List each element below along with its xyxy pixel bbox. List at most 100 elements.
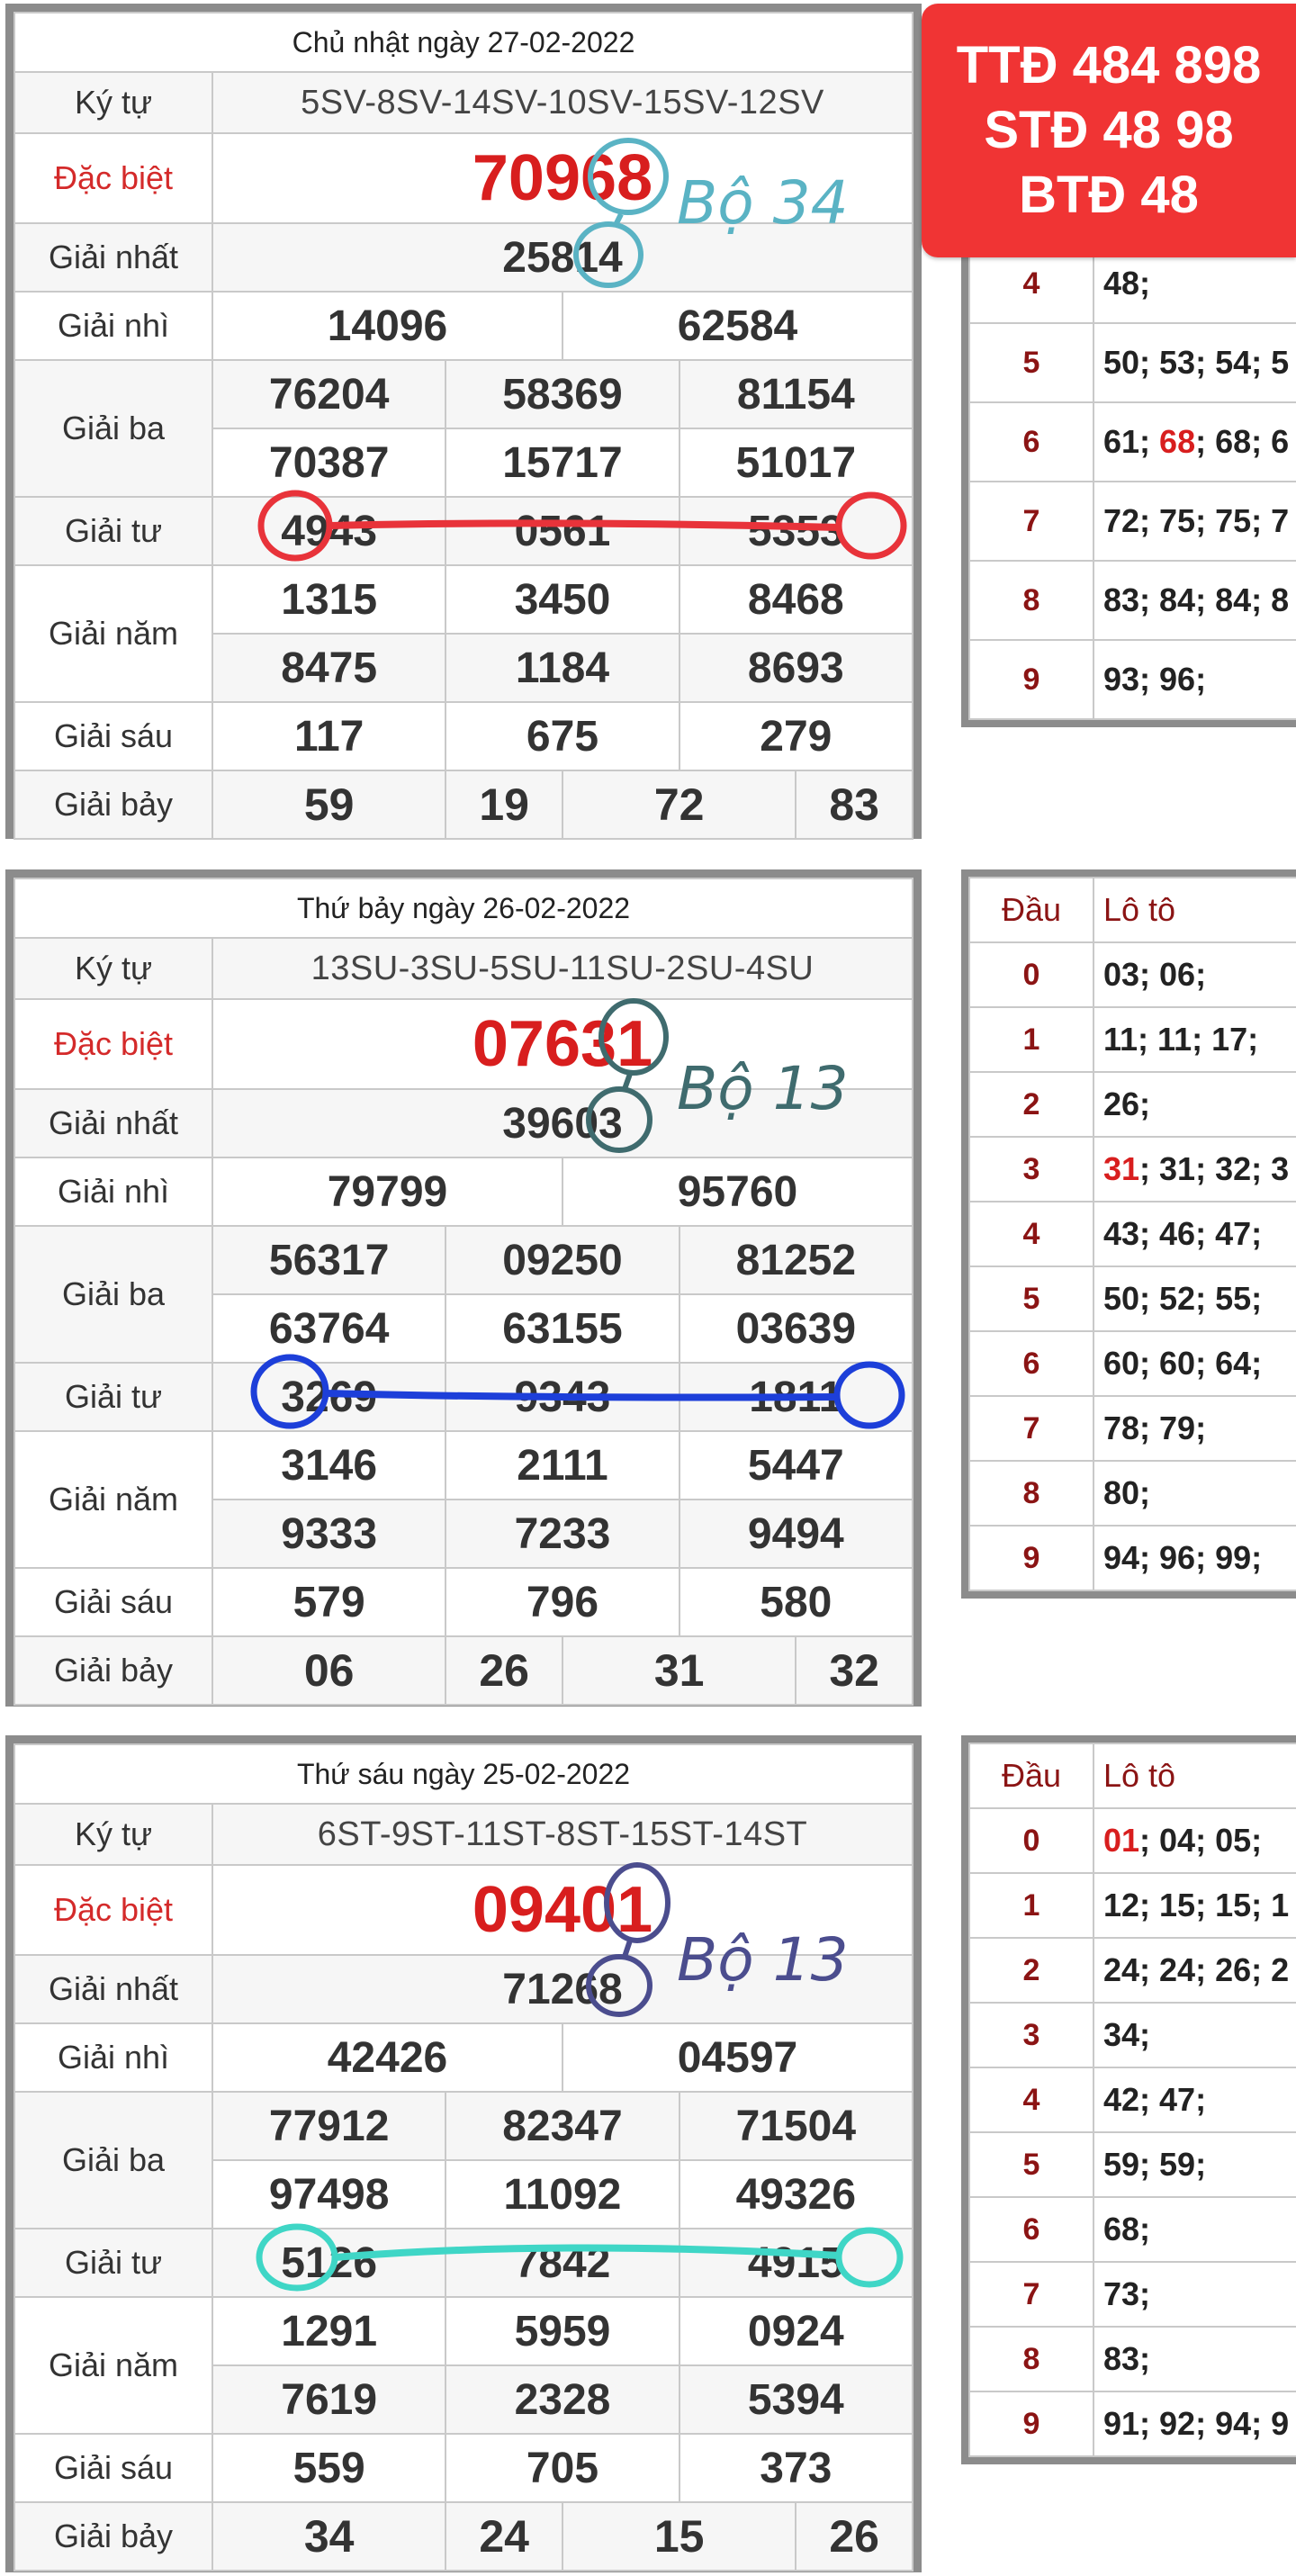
dau-digit: 3: [968, 2002, 1094, 2068]
sixth-prize: 705: [445, 2433, 680, 2503]
label-ky-tu: Ký tự: [14, 937, 213, 1000]
loto-values-prefix: 61;: [1103, 423, 1160, 460]
third-prize: 03639: [678, 1293, 914, 1364]
loto-values: 61; 68; 68; 6: [1093, 401, 1296, 482]
loto-values: 31; 31; 32; 3: [1093, 1136, 1296, 1202]
dau-digit: 9: [968, 639, 1094, 720]
label-giai-nam: Giải năm: [14, 564, 213, 703]
third-prize: 56317: [211, 1225, 447, 1295]
result-board-3: Thứ sáu ngày 25-02-2022 Ký tự 6ST-9ST-11S…: [5, 1735, 922, 2572]
label-giai-nhi: Giải nhì: [14, 2022, 213, 2093]
loto-values: 83;: [1093, 2326, 1296, 2392]
third-prize: 71504: [678, 2091, 914, 2161]
result-table-2: Thứ bảy ngày 26-02-2022 Ký tự 13SU-3SU-5S…: [14, 878, 914, 1706]
loto-highlight: 68: [1159, 423, 1196, 460]
fifth-prize: 9494: [678, 1499, 914, 1569]
label-giai-ba: Giải ba: [14, 2091, 213, 2229]
ky-tu-code: 13SU-3SU-5SU-11SU-2SU-4SU: [212, 937, 914, 1000]
loto-values: 73;: [1093, 2261, 1296, 2328]
third-prize: 77912: [211, 2091, 447, 2161]
label-giai-sau: Giải sáu: [14, 701, 213, 771]
result-table-1: Chủ nhật ngày 27-02-2022 Ký tự 5SV-8SV-14…: [14, 12, 914, 840]
loto-values: 83; 84; 84; 8: [1093, 560, 1296, 641]
fifth-prize: 0924: [678, 2296, 914, 2366]
label-giai-nhi: Giải nhì: [14, 291, 213, 361]
third-prize: 63155: [445, 1293, 680, 1364]
label-giai-sau: Giải sáu: [14, 2433, 213, 2503]
loto-values: 72; 75; 75; 7: [1093, 481, 1296, 562]
first-prize: 25814: [212, 222, 914, 293]
loto-values: 01; 04; 05;: [1093, 1807, 1296, 1874]
seventh-prize: 26: [445, 1635, 563, 1706]
seventh-prize: 06: [211, 1635, 447, 1706]
loto-header: Lô tô: [1093, 1743, 1296, 1809]
fourth-prize: 7842: [445, 2228, 680, 2298]
seventh-prize: 34: [211, 2501, 447, 2571]
loto-values: 80;: [1093, 1460, 1296, 1527]
fourth-prize: 3269: [211, 1362, 447, 1432]
dau-digit: 6: [968, 1330, 1094, 1397]
label-giai-nhat: Giải nhất: [14, 1088, 213, 1158]
sixth-prize: 796: [445, 1567, 680, 1637]
loto-values: 93; 96;: [1093, 639, 1296, 720]
fourth-prize: 5126: [211, 2228, 447, 2298]
loto-header: Lô tô: [1093, 877, 1296, 943]
loto-values: 68;: [1093, 2196, 1296, 2263]
dau-digit: 1: [968, 1006, 1094, 1073]
loto-values: 12; 15; 15; 1: [1093, 1872, 1296, 1939]
special-prize: 09401: [212, 1864, 914, 1956]
label-giai-bay: Giải bảy: [14, 2501, 213, 2571]
dau-digit: 7: [968, 1395, 1094, 1462]
loto-values: 78; 79;: [1093, 1395, 1296, 1462]
fifth-prize: 8468: [678, 564, 914, 635]
sixth-prize: 580: [678, 1567, 914, 1637]
fifth-prize: 8693: [678, 633, 914, 703]
prediction-badge: TTĐ 484 898 STĐ 48 98 BTĐ 48: [922, 4, 1296, 257]
result-table-3: Thứ sáu ngày 25-02-2022 Ký tự 6ST-9ST-11S…: [14, 1743, 914, 2571]
first-prize: 39603: [212, 1088, 914, 1158]
second-prize: 62584: [561, 291, 914, 361]
fifth-prize: 8475: [211, 633, 447, 703]
sixth-prize: 579: [211, 1567, 447, 1637]
seventh-prize: 15: [561, 2501, 797, 2571]
fifth-prize: 2328: [445, 2364, 680, 2435]
loto-highlight: 01: [1103, 1822, 1140, 1859]
fourth-prize: 4915: [678, 2228, 914, 2298]
dau-digit: 6: [968, 401, 1094, 482]
third-prize: 70387: [211, 428, 447, 498]
fourth-prize: 4943: [211, 496, 447, 566]
seventh-prize: 31: [561, 1635, 797, 1706]
board-date: Thứ bảy ngày 26-02-2022: [14, 878, 914, 939]
fifth-prize: 5447: [678, 1430, 914, 1500]
fourth-prize: 9343: [445, 1362, 680, 1432]
third-prize: 49326: [678, 2159, 914, 2229]
second-prize: 79799: [212, 1157, 563, 1227]
third-prize: 09250: [445, 1225, 680, 1295]
fifth-prize: 7619: [211, 2364, 447, 2435]
result-board-2: Thứ bảy ngày 26-02-2022 Ký tự 13SU-3SU-5S…: [5, 869, 922, 1707]
badge-line-1: TTĐ 484 898: [956, 36, 1262, 95]
fifth-prize: 1184: [445, 633, 680, 703]
seventh-prize: 26: [795, 2501, 914, 2571]
third-prize: 97498: [211, 2159, 447, 2229]
fifth-prize: 3146: [211, 1430, 447, 1500]
third-prize: 15717: [445, 428, 680, 498]
third-prize: 81252: [678, 1225, 914, 1295]
label-giai-sau: Giải sáu: [14, 1567, 213, 1637]
fifth-prize: 5959: [445, 2296, 680, 2366]
fifth-prize: 5394: [678, 2364, 914, 2435]
label-ky-tu: Ký tự: [14, 1803, 213, 1866]
third-prize: 81154: [678, 359, 914, 429]
dau-digit: 0: [968, 941, 1094, 1008]
dau-digit: 5: [968, 1265, 1094, 1332]
fifth-prize: 1315: [211, 564, 447, 635]
loto-values: 94; 96; 99;: [1093, 1525, 1296, 1591]
dau-digit: 8: [968, 1460, 1094, 1527]
fifth-prize: 1291: [211, 2296, 447, 2366]
dau-digit: 5: [968, 322, 1094, 403]
sixth-prize: 559: [211, 2433, 447, 2503]
seventh-prize: 72: [561, 770, 797, 840]
third-prize: 63764: [211, 1293, 447, 1364]
seventh-prize: 32: [795, 1635, 914, 1706]
second-prize: 04597: [561, 2022, 914, 2093]
